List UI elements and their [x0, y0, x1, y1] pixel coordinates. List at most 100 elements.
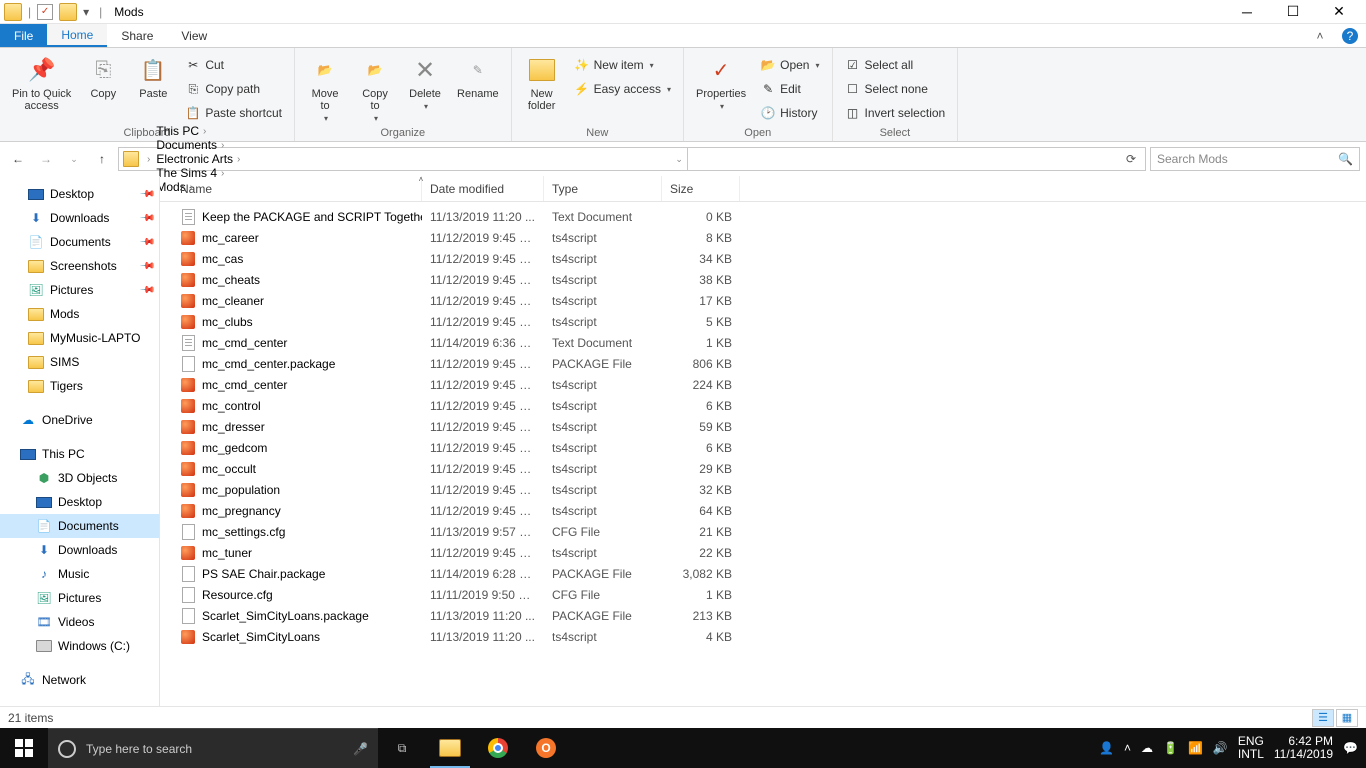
sidebar-item[interactable]: Desktop📌: [0, 182, 159, 206]
breadcrumb-item[interactable]: Electronic Arts›: [156, 152, 244, 166]
file-row[interactable]: Scarlet_SimCityLoans.package11/13/2019 1…: [172, 605, 1366, 626]
sidebar-item[interactable]: 🎞Videos: [0, 610, 159, 634]
new-folder-button[interactable]: New folder: [520, 52, 564, 114]
back-button[interactable]: ←: [6, 147, 30, 171]
tab-home[interactable]: Home: [47, 24, 107, 47]
task-view-button[interactable]: ⧉: [378, 728, 426, 768]
taskbar-chrome[interactable]: [474, 728, 522, 768]
file-row[interactable]: mc_cmd_center11/14/2019 6:36 PMText Docu…: [172, 332, 1366, 353]
people-icon[interactable]: 👤: [1099, 741, 1114, 755]
sidebar-item[interactable]: Screenshots📌: [0, 254, 159, 278]
sidebar-network[interactable]: 🖧Network: [0, 668, 159, 692]
properties-button[interactable]: ✓Properties▾: [692, 52, 750, 113]
taskbar-origin[interactable]: O: [522, 728, 570, 768]
qat-check-icon[interactable]: ✓: [37, 4, 53, 20]
mic-icon[interactable]: 🎤: [353, 742, 368, 756]
open-button[interactable]: 📂Open▾: [756, 54, 823, 76]
recent-locations-button[interactable]: ⌄: [62, 147, 86, 171]
address-box[interactable]: › This PC›Documents›Electronic Arts›The …: [118, 147, 1146, 171]
sidebar-item[interactable]: ⬇Downloads: [0, 538, 159, 562]
pin-to-quick-access-button[interactable]: 📌 Pin to Quick access: [8, 52, 75, 114]
breadcrumb-item[interactable]: Documents›: [156, 138, 244, 152]
language-indicator[interactable]: ENGINTL: [1238, 735, 1264, 761]
sidebar-item[interactable]: MyMusic-LAPTO: [0, 326, 159, 350]
sidebar-thispc[interactable]: This PC: [0, 442, 159, 466]
qat-dropdown-icon[interactable]: ▾: [79, 5, 93, 19]
sidebar-item[interactable]: 📄Documents📌: [0, 230, 159, 254]
onedrive-tray-icon[interactable]: ☁: [1141, 741, 1153, 755]
refresh-button[interactable]: ⟳: [1119, 152, 1143, 166]
maximize-button[interactable]: ☐: [1270, 0, 1316, 24]
sidebar-item[interactable]: Tigers: [0, 374, 159, 398]
sidebar-item[interactable]: 📄Documents: [0, 514, 159, 538]
sidebar-item[interactable]: ⬇Downloads📌: [0, 206, 159, 230]
sidebar-item[interactable]: 🖼Pictures: [0, 586, 159, 610]
edit-button[interactable]: ✎Edit: [756, 78, 823, 100]
file-row[interactable]: mc_settings.cfg11/13/2019 9:57 PMCFG Fil…: [172, 521, 1366, 542]
select-all-button[interactable]: ☑Select all: [841, 54, 950, 76]
file-row[interactable]: mc_gedcom11/12/2019 9:45 PMts4script6 KB: [172, 437, 1366, 458]
column-type[interactable]: Type: [544, 176, 662, 201]
rename-button[interactable]: ✎Rename: [453, 52, 503, 102]
delete-button[interactable]: ✕Delete▾: [403, 52, 447, 113]
sidebar-item[interactable]: Mods: [0, 302, 159, 326]
sidebar-item[interactable]: Desktop: [0, 490, 159, 514]
address-dropdown-icon[interactable]: ⌄: [675, 154, 683, 165]
minimize-ribbon-icon[interactable]: ˄: [1306, 24, 1334, 47]
tab-view[interactable]: View: [167, 24, 221, 47]
cut-button[interactable]: ✂Cut: [181, 54, 286, 76]
file-row[interactable]: Resource.cfg11/11/2019 9:50 PMCFG File1 …: [172, 584, 1366, 605]
copy-button[interactable]: ⎘ Copy: [81, 52, 125, 102]
sidebar-item[interactable]: ⬢3D Objects: [0, 466, 159, 490]
new-item-button[interactable]: ✨New item▾: [570, 54, 675, 76]
sidebar-item[interactable]: 🖼Pictures📌: [0, 278, 159, 302]
select-none-button[interactable]: ☐Select none: [841, 78, 950, 100]
breadcrumb-item[interactable]: This PC›: [156, 124, 244, 138]
sidebar-item[interactable]: Windows (C:): [0, 634, 159, 658]
file-row[interactable]: mc_population11/12/2019 9:45 PMts4script…: [172, 479, 1366, 500]
file-row[interactable]: PS SAE Chair.package11/14/2019 6:28 PMPA…: [172, 563, 1366, 584]
column-size[interactable]: Size: [662, 176, 740, 201]
file-rows[interactable]: Keep the PACKAGE and SCRIPT Together!11/…: [160, 202, 1366, 706]
file-row[interactable]: mc_cmd_center11/12/2019 9:45 PMts4script…: [172, 374, 1366, 395]
start-button[interactable]: [0, 728, 48, 768]
copy-path-button[interactable]: ⎘Copy path: [181, 78, 286, 100]
minimize-button[interactable]: ─: [1224, 0, 1270, 24]
file-row[interactable]: Scarlet_SimCityLoans11/13/2019 11:20 ...…: [172, 626, 1366, 647]
paste-button[interactable]: 📋 Paste: [131, 52, 175, 102]
file-row[interactable]: mc_cas11/12/2019 9:45 PMts4script34 KB: [172, 248, 1366, 269]
sidebar-onedrive[interactable]: ☁OneDrive: [0, 408, 159, 432]
sidebar-item[interactable]: SIMS: [0, 350, 159, 374]
file-row[interactable]: mc_clubs11/12/2019 9:45 PMts4script5 KB: [172, 311, 1366, 332]
tab-file[interactable]: File: [0, 24, 47, 47]
file-row[interactable]: mc_occult11/12/2019 9:45 PMts4script29 K…: [172, 458, 1366, 479]
copy-to-button[interactable]: 📂Copy to▾: [353, 52, 397, 125]
easy-access-button[interactable]: ⚡Easy access▾: [570, 78, 675, 100]
wifi-icon[interactable]: 📶: [1188, 741, 1203, 755]
taskbar-search[interactable]: Type here to search 🎤: [48, 728, 378, 768]
notifications-icon[interactable]: 💬: [1343, 741, 1358, 755]
file-row[interactable]: mc_cmd_center.package11/12/2019 9:45 PMP…: [172, 353, 1366, 374]
file-row[interactable]: mc_career11/12/2019 9:45 PMts4script8 KB: [172, 227, 1366, 248]
up-button[interactable]: ↑: [90, 147, 114, 171]
search-input[interactable]: Search Mods 🔍: [1150, 147, 1360, 171]
file-row[interactable]: mc_control11/12/2019 9:45 PMts4script6 K…: [172, 395, 1366, 416]
move-to-button[interactable]: 📂Move to▾: [303, 52, 347, 125]
clock[interactable]: 6:42 PM11/14/2019: [1274, 735, 1333, 761]
forward-button[interactable]: →: [34, 147, 58, 171]
volume-icon[interactable]: 🔊: [1213, 741, 1228, 755]
file-row[interactable]: mc_dresser11/12/2019 9:45 PMts4script59 …: [172, 416, 1366, 437]
tab-share[interactable]: Share: [107, 24, 167, 47]
battery-icon[interactable]: 🔋: [1163, 741, 1178, 755]
file-row[interactable]: mc_cheats11/12/2019 9:45 PMts4script38 K…: [172, 269, 1366, 290]
file-row[interactable]: Keep the PACKAGE and SCRIPT Together!11/…: [172, 206, 1366, 227]
invert-selection-button[interactable]: ◫Invert selection: [841, 102, 950, 124]
sidebar-item[interactable]: ♪Music: [0, 562, 159, 586]
close-button[interactable]: ✕: [1316, 0, 1362, 24]
large-icons-view-button[interactable]: ▦: [1336, 709, 1358, 727]
column-name[interactable]: Name˄: [172, 176, 422, 201]
file-row[interactable]: mc_pregnancy11/12/2019 9:45 PMts4script6…: [172, 500, 1366, 521]
file-row[interactable]: mc_tuner11/12/2019 9:45 PMts4script22 KB: [172, 542, 1366, 563]
taskbar-explorer[interactable]: [426, 728, 474, 768]
history-button[interactable]: 🕑History: [756, 102, 823, 124]
